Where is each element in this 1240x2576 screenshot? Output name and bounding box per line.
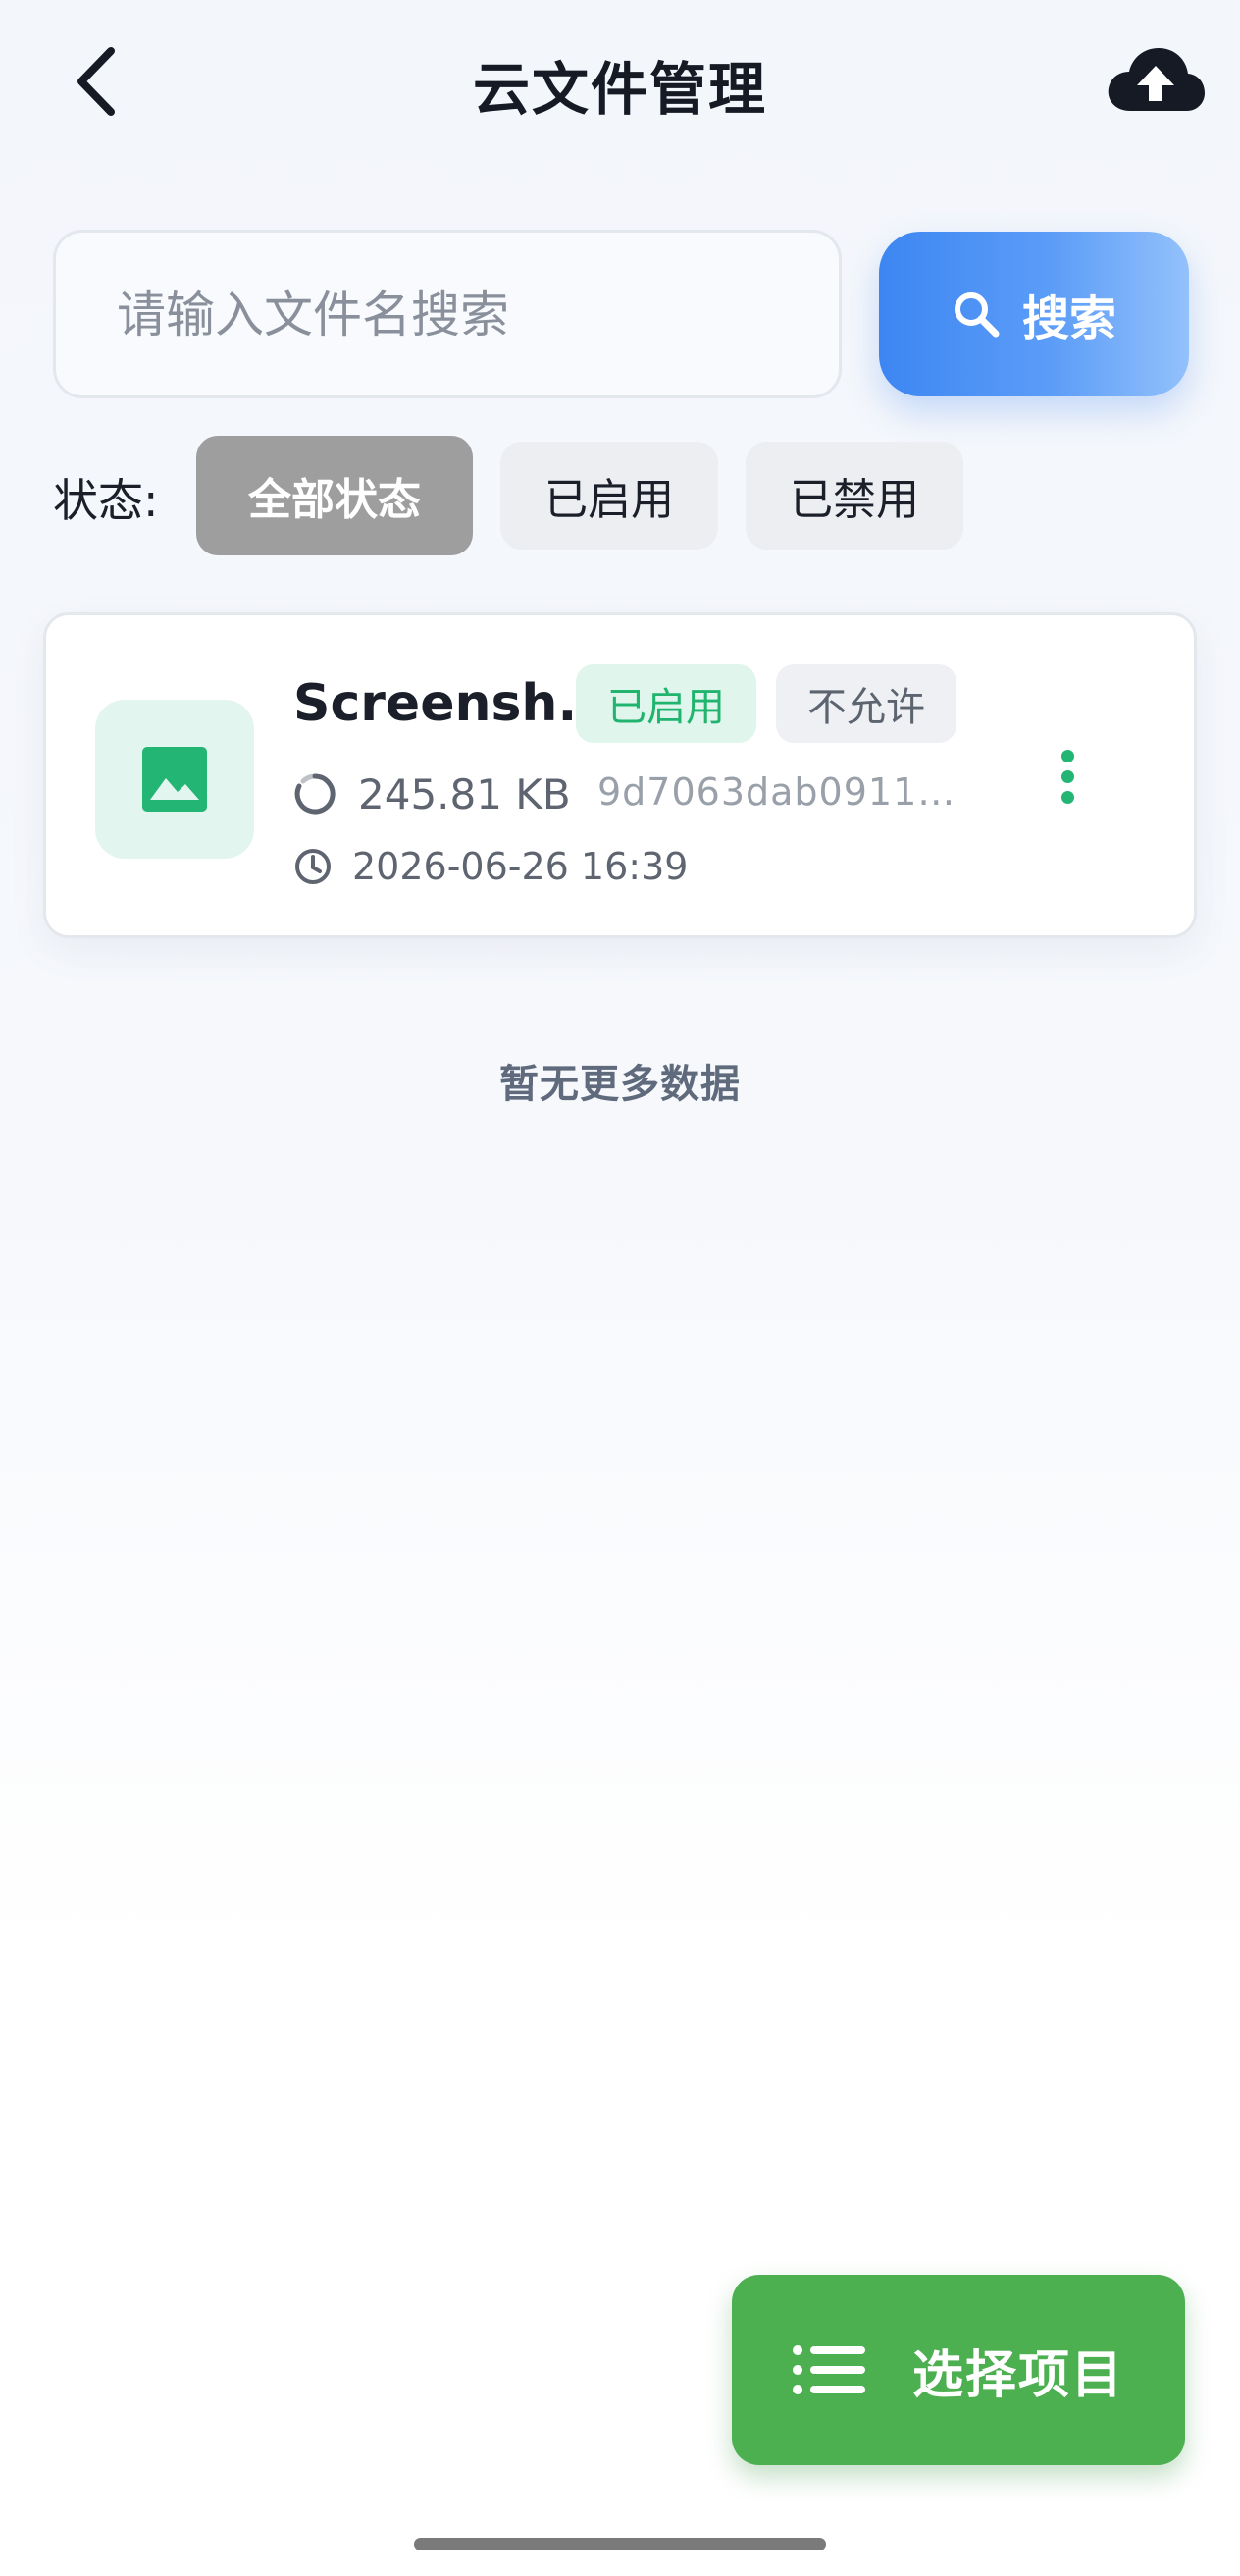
status-filter-label: 状态:: [53, 474, 159, 527]
file-thumbnail: [95, 700, 254, 859]
file-card[interactable]: Screensh... 已启用 不允许 245.81 KB 9d7063dab0…: [43, 612, 1197, 938]
search-button[interactable]: 搜索: [879, 232, 1189, 396]
home-indicator[interactable]: [414, 2538, 826, 2550]
search-input[interactable]: [115, 233, 805, 397]
status-badge: 已启用: [576, 664, 756, 743]
file-size: 245.81 KB: [358, 769, 571, 818]
list-icon: [792, 2344, 867, 2395]
permission-badge: 不允许: [776, 664, 956, 743]
file-name: Screensh...: [293, 674, 616, 733]
search-button-label: 搜索: [1021, 291, 1116, 346]
filter-chip-all[interactable]: 全部状态: [196, 436, 473, 555]
image-icon: [140, 745, 209, 814]
clock-icon: [293, 847, 333, 886]
file-size-row: 245.81 KB: [293, 764, 571, 823]
page-title: 云文件管理: [472, 56, 767, 123]
cloud-upload-icon: [1105, 44, 1207, 119]
select-items-label: 选择项目: [911, 2345, 1124, 2405]
more-vertical-icon-dot: [1060, 769, 1074, 783]
search-field[interactable]: [53, 230, 842, 398]
storage-icon: [293, 772, 336, 815]
more-vertical-icon: [1060, 749, 1074, 762]
app-header: 云文件管理: [0, 0, 1240, 167]
filter-chip-disabled[interactable]: 已禁用: [746, 442, 963, 550]
more-options-button[interactable]: [1033, 737, 1102, 815]
select-items-button[interactable]: 选择项目: [732, 2275, 1185, 2465]
file-time-row: 2026-06-26 16:39: [293, 839, 688, 894]
list-end-text: 暂无更多数据: [499, 1062, 741, 1107]
filter-chip-enabled[interactable]: 已启用: [500, 442, 718, 550]
more-vertical-icon-dot: [1060, 790, 1074, 804]
upload-button[interactable]: [1105, 37, 1207, 126]
file-timestamp: 2026-06-26 16:39: [352, 845, 689, 888]
search-icon: [952, 289, 1001, 339]
file-hash: 9d7063dab0911c...: [597, 770, 960, 814]
